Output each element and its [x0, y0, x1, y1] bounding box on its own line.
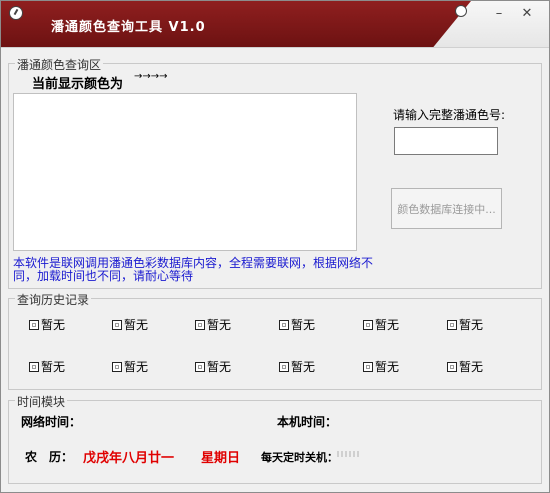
time-group-legend: 时间模块 [15, 393, 68, 410]
color-number-input[interactable] [394, 127, 498, 155]
history-radio-icon[interactable] [29, 319, 39, 330]
database-connect-button[interactable]: 颜色数据库连接中... [391, 188, 502, 229]
history-item[interactable]: 暂无 [112, 358, 148, 375]
color-preview-area [13, 93, 357, 251]
weekday-value: 星期日 [201, 451, 241, 466]
app-clock-icon[interactable] [9, 6, 23, 20]
close-button[interactable]: ✕ [517, 6, 537, 22]
history-group-legend: 查询历史记录 [15, 291, 92, 308]
history-item[interactable]: 暂无 [447, 358, 483, 375]
color-number-prompt: 请输入完整潘通色号: [393, 108, 506, 122]
arrow-indicator-icon: →→→→ [134, 71, 168, 82]
shutdown-time-field[interactable] [337, 451, 361, 457]
history-radio-icon[interactable] [195, 361, 205, 372]
history-radio-icon[interactable] [279, 319, 289, 330]
history-radio-icon[interactable] [112, 319, 122, 330]
shutdown-label: 每天定时关机： [261, 451, 338, 464]
minimize-button[interactable]: – [489, 6, 509, 22]
history-radio-icon[interactable] [363, 319, 373, 330]
history-radio-icon[interactable] [29, 361, 39, 372]
time-group: 时间模块 [8, 393, 542, 484]
history-item[interactable]: 暂无 [195, 316, 231, 333]
history-radio-icon[interactable] [447, 361, 457, 372]
network-notice: 本软件是联网调用潘通色彩数据库内容，全程需要联网，根据网络不同，加载时间也不同，… [13, 256, 374, 283]
history-item[interactable]: 暂无 [112, 316, 148, 333]
history-item[interactable]: 暂无 [363, 316, 399, 333]
pin-icon[interactable] [455, 5, 467, 17]
history-group: 查询历史记录 [8, 291, 542, 390]
history-item[interactable]: 暂无 [29, 358, 65, 375]
history-radio-icon[interactable] [279, 361, 289, 372]
history-radio-icon[interactable] [195, 319, 205, 330]
history-item[interactable]: 暂无 [29, 316, 65, 333]
history-item[interactable]: 暂无 [195, 358, 231, 375]
history-radio-icon[interactable] [363, 361, 373, 372]
history-item[interactable]: 暂无 [279, 316, 315, 333]
history-item[interactable]: 暂无 [279, 358, 315, 375]
query-group-legend: 潘通颜色查询区 [15, 56, 104, 73]
title-bar[interactable]: 潘通颜色查询工具 V1.0 – ✕ [1, 1, 549, 48]
lunar-date-value: 戊戌年八月廿一 [83, 451, 175, 466]
current-color-label: 当前显示颜色为 [32, 77, 124, 92]
network-time-label: 网络时间： [21, 415, 82, 429]
lunar-label: 农 历： [25, 450, 74, 464]
local-time-label: 本机时间： [277, 415, 338, 429]
app-window: 潘通颜色查询工具 V1.0 – ✕ 潘通颜色查询区 当前显示颜色为 →→→→ 请… [0, 0, 550, 493]
window-title: 潘通颜色查询工具 V1.0 [51, 20, 206, 35]
history-item[interactable]: 暂无 [447, 316, 483, 333]
history-item[interactable]: 暂无 [363, 358, 399, 375]
history-radio-icon[interactable] [112, 361, 122, 372]
history-radio-icon[interactable] [447, 319, 457, 330]
